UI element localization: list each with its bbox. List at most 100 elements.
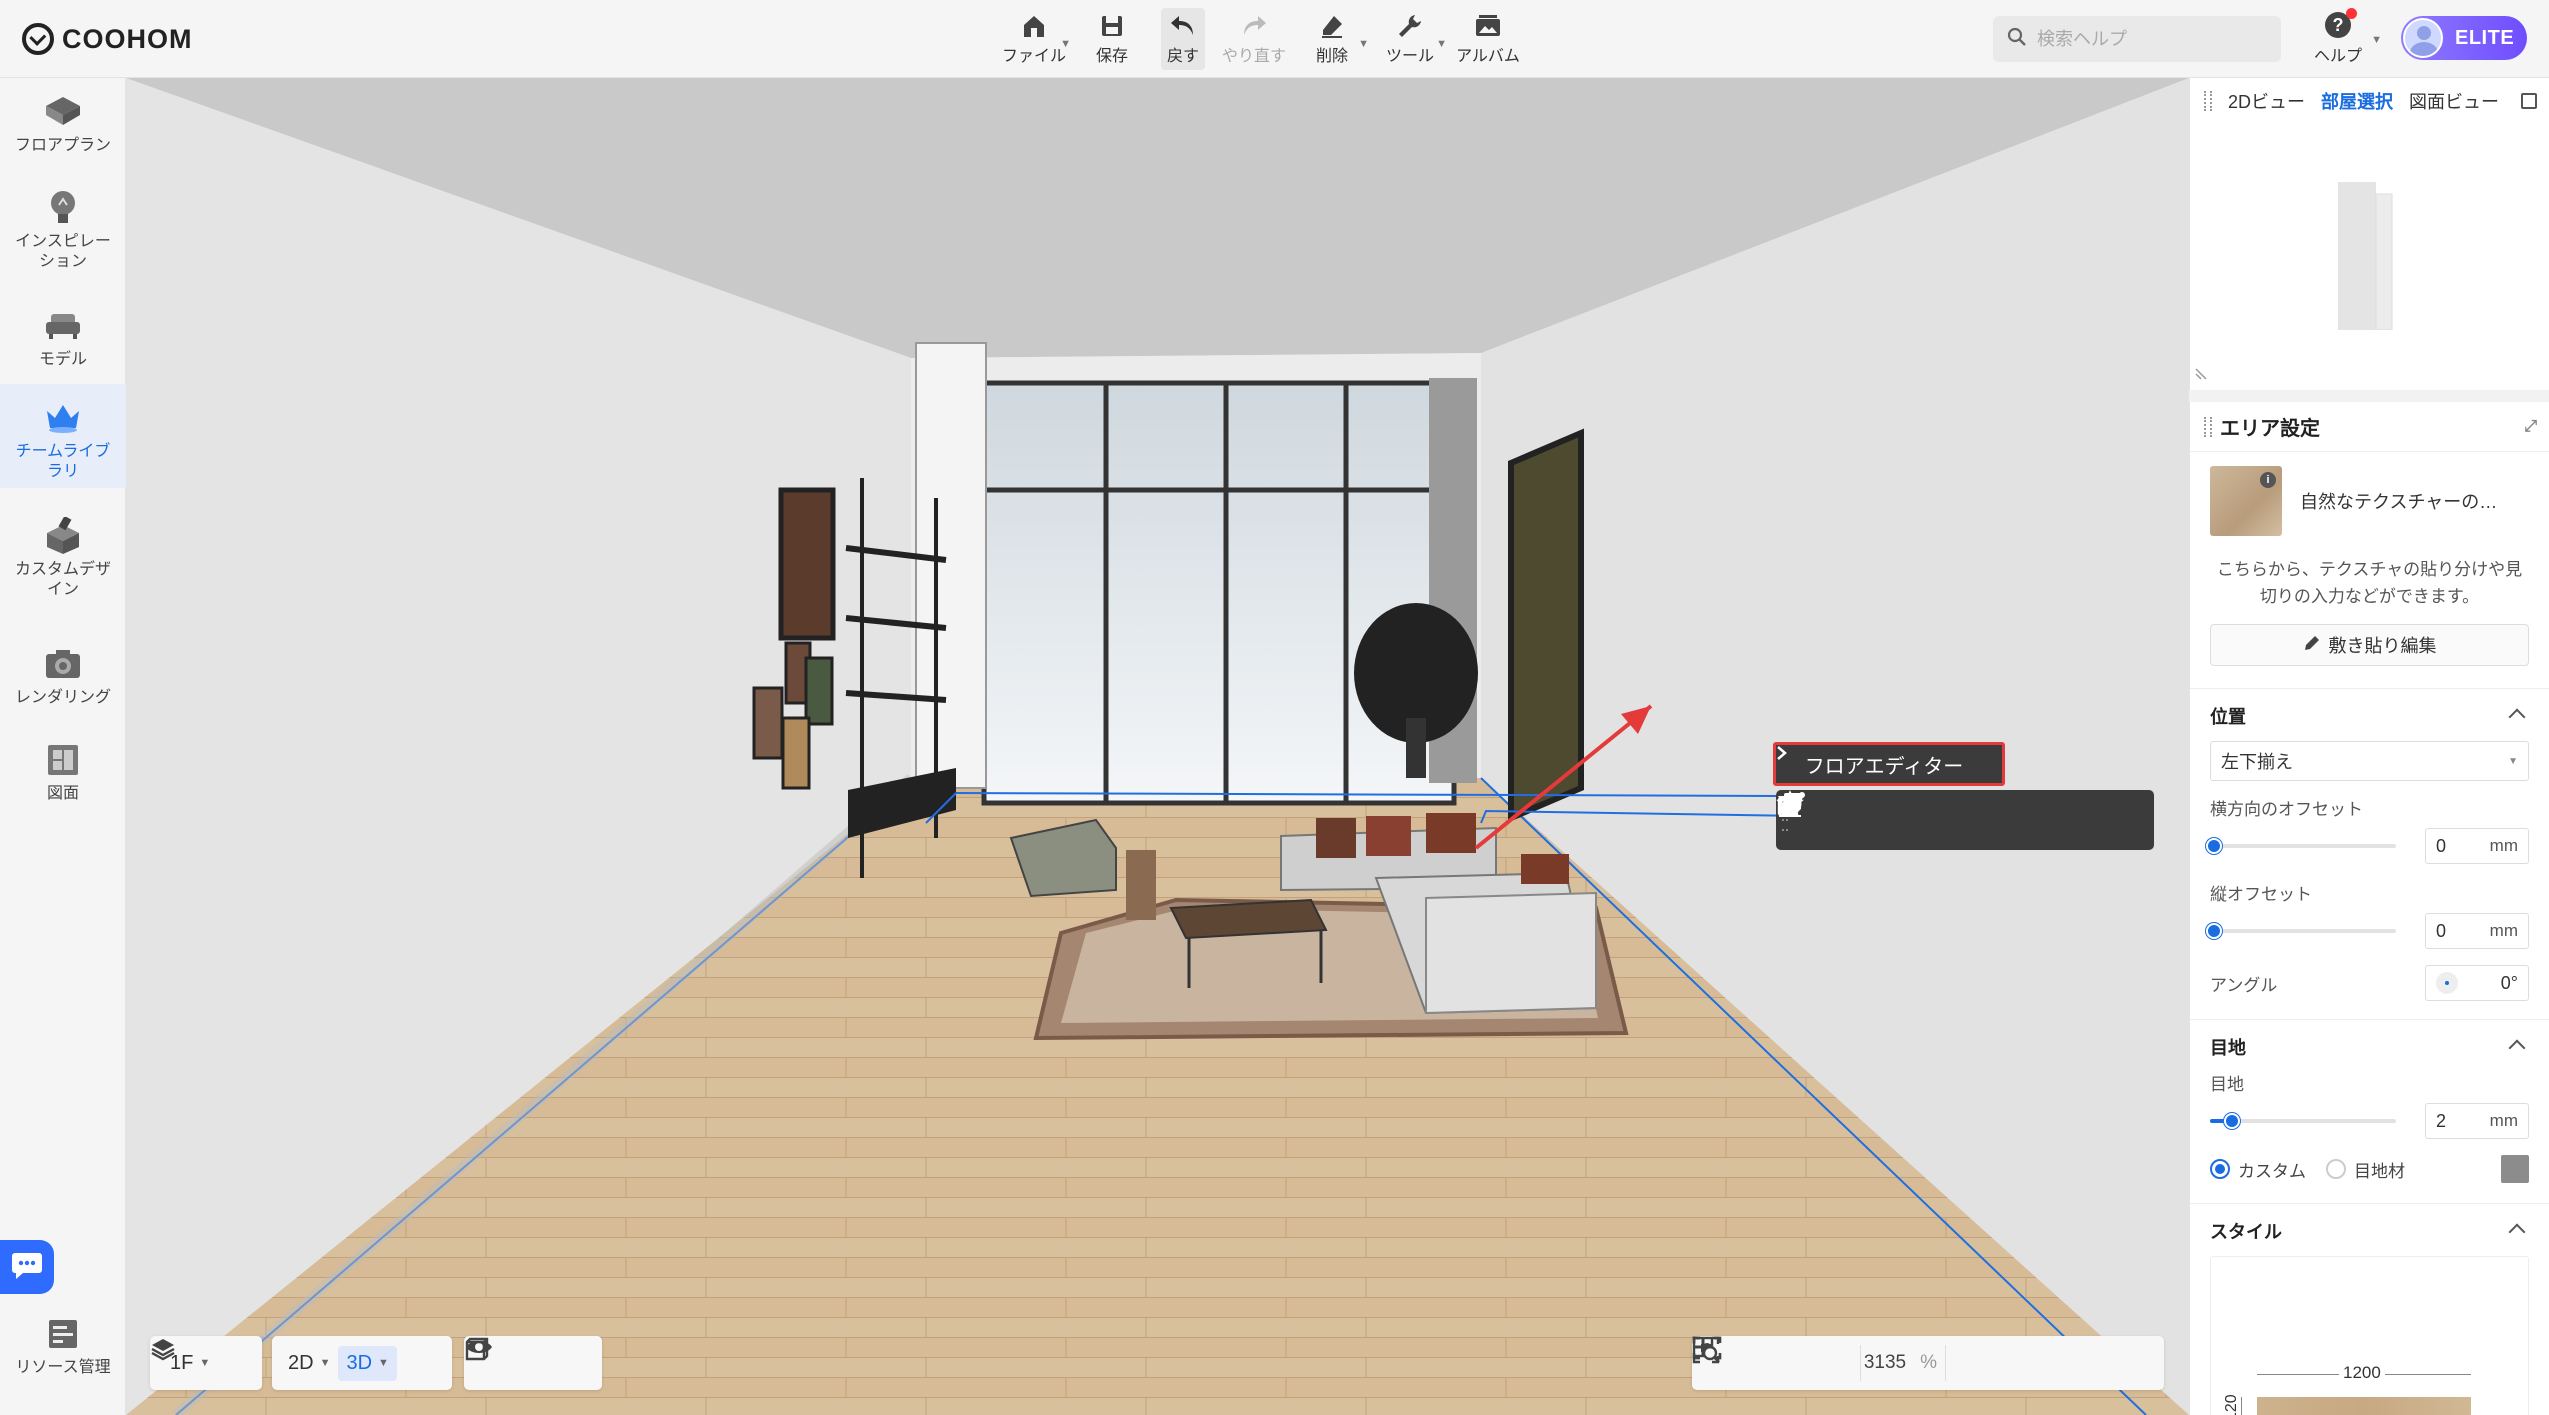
room-minimap[interactable] xyxy=(2338,182,2394,330)
sidebar-item-model[interactable]: モデル xyxy=(0,306,126,388)
h-offset-row: 0 mm xyxy=(2206,826,2529,866)
chevron-down-icon: ▼ xyxy=(1358,38,1369,50)
sidebar-item-resource-management[interactable]: リソース管理 xyxy=(0,1314,126,1394)
joint-value: 2 xyxy=(2436,1110,2447,1131)
auto-line-tool-button[interactable] xyxy=(1777,790,2154,850)
left-sidebar: フロアプラン インスピレーション モデル チームライブラリ カスタムデザイン レ… xyxy=(0,78,126,1415)
sidebar-item-rendering[interactable]: レンダリング xyxy=(0,644,126,724)
view-3d-toggle[interactable]: 3D ▼ xyxy=(338,1345,397,1381)
expand-icon[interactable]: ⤢ xyxy=(2524,418,2537,436)
chevron-up-icon xyxy=(2508,708,2526,726)
duplicate-tool-button[interactable] xyxy=(1777,790,1978,850)
floor-editor-button[interactable]: フロアエディター xyxy=(1773,742,2005,786)
wrench-icon xyxy=(1396,12,1424,40)
section-title: 位置 xyxy=(2210,707,2246,727)
chevron-down-icon: ▼ xyxy=(2371,34,2382,46)
rotate-tool-button[interactable] xyxy=(1778,790,1919,850)
search-input[interactable] xyxy=(2037,28,2257,50)
radio-custom-label[interactable]: カスタム xyxy=(2238,1157,2306,1182)
alignment-select[interactable]: 左下揃え ▼ xyxy=(2210,741,2529,781)
radio-custom[interactable] xyxy=(2210,1159,2230,1179)
display-options xyxy=(464,1336,602,1390)
sidebar-item-team-library[interactable]: チームライブラリ xyxy=(0,384,126,488)
album-button[interactable]: アルバム xyxy=(1449,8,1527,70)
drag-handle[interactable] xyxy=(2204,91,2212,111)
delete-label: 削除 xyxy=(1315,48,1348,65)
sidebar-item-inspiration[interactable]: インスピレーション xyxy=(0,188,126,288)
file-label: ファイル xyxy=(1001,48,1066,65)
floor-context-toolbar xyxy=(1776,790,2154,850)
favorite-tool-button[interactable] xyxy=(1776,790,2037,850)
position-section-header[interactable]: 位置 xyxy=(2210,703,2529,729)
chevron-up-icon xyxy=(2508,1039,2526,1057)
help-search[interactable] xyxy=(1993,16,2281,62)
sidebar-item-label: モデル xyxy=(38,351,87,368)
joint-width-slider[interactable] xyxy=(2210,1113,2396,1129)
account-button[interactable]: ELITE xyxy=(2401,16,2527,60)
radio-joint-material[interactable] xyxy=(2326,1159,2346,1179)
drag-handle[interactable] xyxy=(2204,416,2212,437)
joint-row: 2 mm xyxy=(2210,1101,2529,1141)
joint-label: 目地 xyxy=(2210,1075,2244,1094)
tile-style-preview[interactable]: 1200 120 xyxy=(2210,1256,2529,1415)
floor-selector[interactable]: 1F ▼ xyxy=(150,1336,262,1390)
notification-dot xyxy=(2346,8,2357,19)
joint-color-swatch[interactable] xyxy=(2501,1155,2529,1183)
angle-value-group: 0° xyxy=(2501,973,2518,994)
3d-viewport[interactable]: フロアエディター 1F ▼ 2D ▼ 3D ▼ 3135 % xyxy=(126,78,2189,1415)
crown-icon xyxy=(43,398,83,438)
custom-design-icon xyxy=(43,516,83,556)
redo-label: やり直す xyxy=(1221,48,1286,65)
info-icon[interactable]: i xyxy=(2260,472,2276,488)
delete-button[interactable]: 削除 ▼ xyxy=(1293,8,1371,70)
v-offset-input[interactable]: 0 mm xyxy=(2425,913,2529,949)
style-section-header[interactable]: スタイル xyxy=(2210,1218,2529,1244)
joint-section-header[interactable]: 目地 xyxy=(2210,1034,2529,1060)
help-button[interactable]: ? ヘルプ ▼ xyxy=(2308,8,2382,66)
angle-row: アングル 0° xyxy=(2210,963,2529,1003)
sidebar-item-label: カスタムデザイン xyxy=(14,561,111,598)
app-logo[interactable]: COOHOM xyxy=(22,20,193,58)
h-offset-slider[interactable] xyxy=(2206,838,2396,854)
slider-handle[interactable] xyxy=(2206,923,2222,939)
chat-support-button[interactable] xyxy=(0,1240,54,1294)
blueprint-icon xyxy=(43,740,83,780)
logo-mark-icon xyxy=(22,23,54,55)
tab-drawing-view[interactable]: 図面ビュー xyxy=(2409,88,2499,114)
sidebar-item-drawing[interactable]: 図面 xyxy=(0,740,126,820)
popout-icon[interactable] xyxy=(2521,93,2537,109)
tiling-edit-button[interactable]: 敷き貼り編集 xyxy=(2210,624,2529,666)
undo-button[interactable]: 戻す xyxy=(1161,8,1205,70)
v-offset-slider[interactable] xyxy=(2206,923,2396,939)
zoom-level-field[interactable]: 3135 % xyxy=(1860,1345,1946,1381)
alignment-value: 左下揃え xyxy=(2221,752,2293,772)
h-offset-input[interactable]: 0 mm xyxy=(2425,828,2529,864)
tools-button[interactable]: ツール ▼ xyxy=(1371,8,1449,70)
tab-room-select[interactable]: 部屋選択 xyxy=(2321,88,2393,114)
edit-tool-button[interactable] xyxy=(1780,790,1861,850)
material-row[interactable]: i 自然なテクスチャーの… xyxy=(2190,452,2549,550)
pencil-icon xyxy=(2303,634,2321,657)
area-settings-panel: エリア設定 ⤢ i 自然なテクスチャーの… こちらから、テクスチャの貼り分けや見… xyxy=(2189,402,2549,1415)
joint-width-input[interactable]: 2 mm xyxy=(2425,1103,2529,1139)
angle-input[interactable]: 0° xyxy=(2425,965,2529,1001)
redo-button[interactable]: やり直す xyxy=(1215,8,1293,70)
save-button[interactable]: 保存 xyxy=(1073,8,1151,70)
slider-handle[interactable] xyxy=(2206,838,2222,854)
view-2d-toggle[interactable]: 2D ▼ xyxy=(280,1346,338,1381)
erase-tool-button[interactable] xyxy=(1779,790,2096,850)
radio-joint-material-label[interactable]: 目地材 xyxy=(2354,1157,2405,1182)
slider-handle[interactable] xyxy=(2224,1113,2241,1129)
material-thumbnail[interactable]: i xyxy=(2210,466,2282,536)
redo-icon xyxy=(1240,12,1268,40)
tiling-edit-label: 敷き貼り編集 xyxy=(2328,636,2437,656)
file-button[interactable]: ファイル ▼ xyxy=(995,8,1073,70)
angle-dial-icon[interactable] xyxy=(2436,972,2458,994)
zoom-unit: % xyxy=(1920,1352,1937,1373)
resize-handle-icon[interactable] xyxy=(2194,363,2212,386)
camera-icon xyxy=(43,644,83,684)
sidebar-item-floorplan[interactable]: フロアプラン xyxy=(0,92,126,176)
chevron-down-icon: ▼ xyxy=(378,1357,389,1369)
sidebar-item-custom-design[interactable]: カスタムデザイン xyxy=(0,516,126,616)
tab-2d-view[interactable]: 2Dビュー xyxy=(2228,88,2305,114)
